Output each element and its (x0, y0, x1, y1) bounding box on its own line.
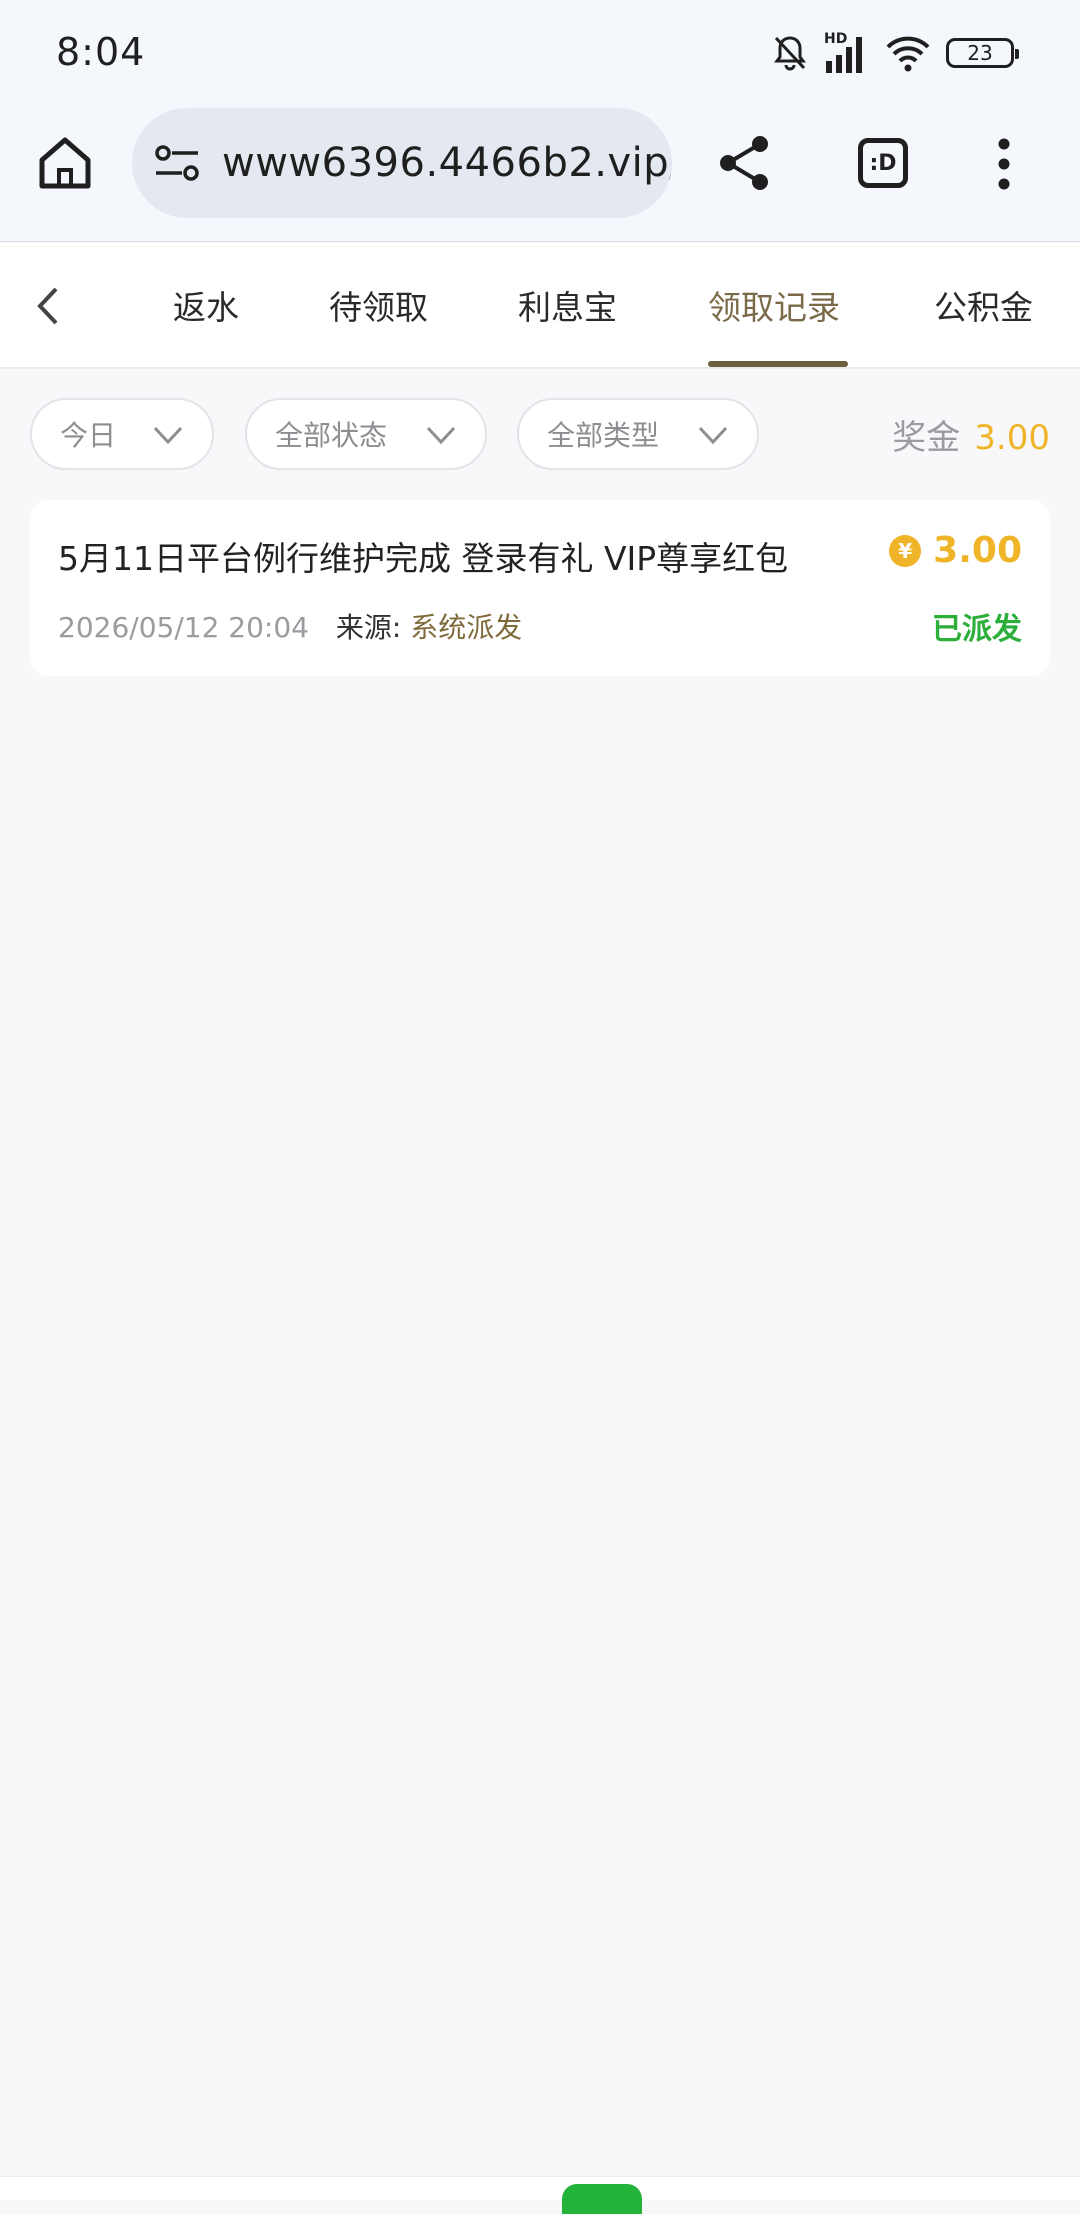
record-amount: ¥ 3.00 (889, 530, 1022, 571)
bottom-bar (0, 2176, 1080, 2200)
record-status: 已派发 (932, 612, 1022, 647)
status-filter[interactable]: 全部状态 (245, 398, 487, 470)
tab-rebate[interactable]: 返水 (173, 281, 239, 329)
date-filter[interactable]: 今日 (30, 398, 214, 470)
tab-claim-records[interactable]: 领取记录 (708, 281, 840, 329)
coin-symbol: ¥ (898, 538, 913, 563)
date-filter-label: 今日 (60, 419, 117, 452)
record-card[interactable]: 5月11日平台例行维护完成 登录有礼 VIP尊享红包 ¥ 3.00 2026/0… (30, 500, 1050, 676)
tune-icon[interactable] (154, 143, 200, 183)
type-filter-label: 全部类型 (547, 419, 660, 452)
address-bar[interactable]: www6396.4466b2.vip/ (132, 108, 672, 218)
status-bar: 8:04 HD 23 (0, 0, 1080, 108)
coin-icon: ¥ (889, 534, 922, 567)
wifi-icon (886, 36, 930, 72)
bonus-total-amount: 3.00 (974, 418, 1050, 458)
record-datetime: 2026/05/12 20:04 (58, 611, 309, 644)
tabs-icon[interactable]: :D (858, 138, 908, 188)
share-icon[interactable] (716, 132, 774, 194)
status-time: 8:04 (56, 30, 146, 74)
record-source-label: 来源: (335, 611, 402, 644)
bell-muted-icon (774, 36, 806, 71)
bonus-total: 奖金 3.00 (892, 410, 1050, 459)
signal-icon: HD (824, 31, 870, 75)
status-filter-label: 全部状态 (275, 419, 388, 452)
type-filter[interactable]: 全部类型 (517, 398, 759, 470)
bonus-total-label: 奖金 (892, 418, 961, 458)
active-tab-indicator (708, 361, 848, 367)
url-text[interactable]: www6396.4466b2.vip/ (222, 140, 672, 186)
tab-nav: 返水 待领取 利息宝 领取记录 公积金 (0, 243, 1080, 369)
browser-toolbar: www6396.4466b2.vip/ :D (0, 108, 1080, 242)
tab-pending[interactable]: 待领取 (329, 281, 428, 329)
chevron-down-icon (698, 426, 728, 445)
battery-icon: 23 (946, 38, 1019, 68)
status-icons: HD 23 (770, 28, 1019, 78)
filter-row: 今日 全部状态 全部类型 奖金 3.00 (0, 398, 1080, 470)
battery-level: 23 (967, 41, 993, 65)
chevron-down-icon (426, 426, 456, 445)
more-vert-icon[interactable] (994, 136, 1014, 192)
chevron-down-icon (153, 426, 183, 445)
bottom-badge[interactable] (562, 2184, 642, 2214)
record-amount-value: 3.00 (933, 530, 1022, 571)
tab-provident-fund[interactable]: 公积金 (934, 281, 1033, 329)
tabs-label: :D (869, 150, 897, 176)
record-title: 5月11日平台例行维护完成 登录有礼 VIP尊享红包 (58, 539, 789, 578)
chevron-left-icon[interactable] (30, 283, 66, 329)
record-source-value: 系统派发 (410, 611, 523, 644)
record-meta: 2026/05/12 20:04 来源: 系统派发 (58, 606, 522, 646)
tab-interest[interactable]: 利息宝 (518, 281, 617, 329)
home-icon[interactable] (34, 132, 96, 194)
